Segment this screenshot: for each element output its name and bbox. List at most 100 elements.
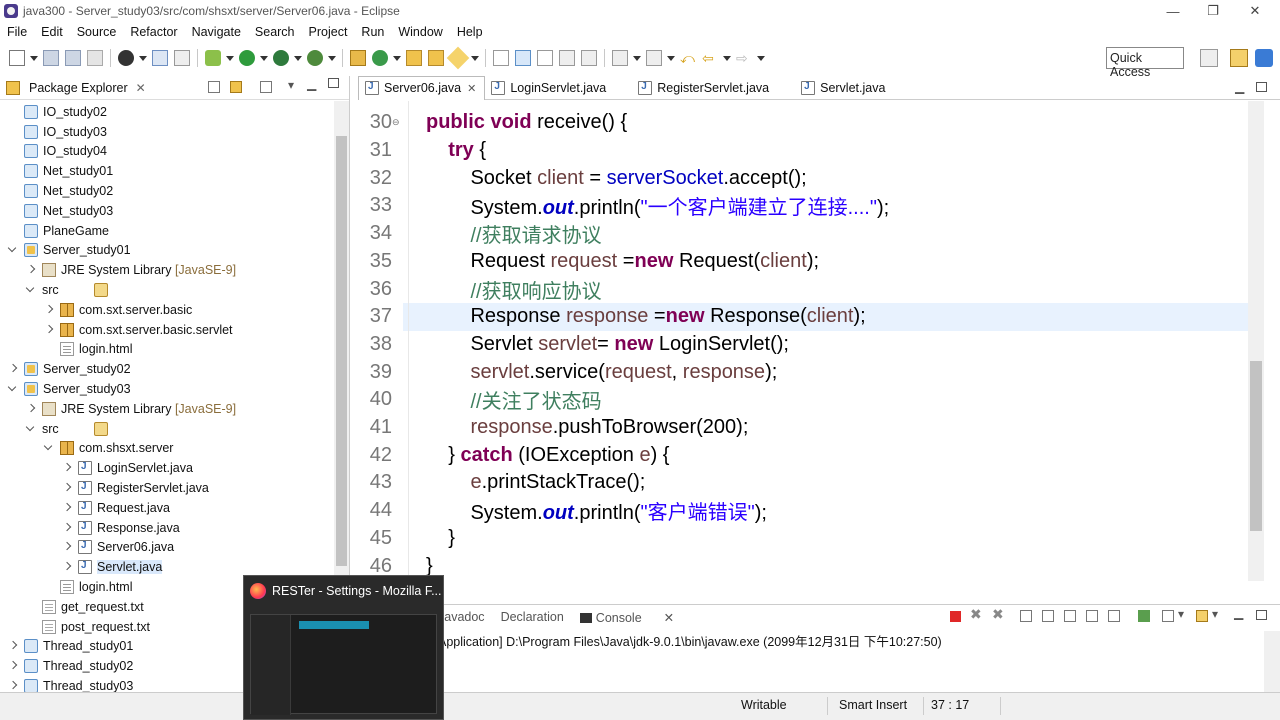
close-icon[interactable]: ✕ [1245,2,1265,20]
close-view-icon[interactable]: ✕ [136,81,146,95]
save-all-icon[interactable] [65,50,81,66]
back-dropdown-icon[interactable] [723,50,731,66]
maximize-editor-icon[interactable] [1256,82,1267,92]
tab-javadoc[interactable]: Javadoc [438,610,485,624]
collapsed-arrow-icon[interactable] [26,265,36,275]
java-ee-perspective-icon[interactable] [1230,49,1248,67]
tree-item-server-study01[interactable]: Server_study01 [8,241,131,261]
expanded-arrow-icon[interactable] [8,245,18,255]
clear-console-icon[interactable] [1020,610,1032,622]
menu-refactor[interactable]: Refactor [123,25,184,39]
tree-item-java-file[interactable]: Request.java [62,498,170,518]
prev-annotation-dropdown-icon[interactable] [667,50,675,66]
expanded-arrow-icon[interactable] [8,384,18,394]
menu-project[interactable]: Project [302,25,355,39]
console-scrollbar[interactable] [1264,631,1280,693]
preview-thumbnail[interactable] [250,614,437,715]
taskbar-window-preview[interactable]: RESTer - Settings - Mozilla F... [243,575,444,720]
external-tools-dropdown-icon[interactable] [328,50,336,66]
tree-item-planegame[interactable]: PlaneGame [24,221,109,241]
coverage-icon[interactable] [273,50,289,66]
print-icon[interactable] [87,50,103,66]
scrollbar-thumb[interactable] [336,136,347,566]
collapsed-arrow-icon[interactable] [62,562,72,572]
prev-annotation-icon[interactable] [646,50,662,66]
link-editor-icon[interactable] [230,81,242,93]
tree-item-thread-study02[interactable]: Thread_study02 [8,656,133,676]
tree-item-net-study03[interactable]: Net_study03 [24,201,113,221]
toggle-highlight-icon[interactable] [515,50,531,66]
tab-declaration[interactable]: Declaration [501,610,564,624]
tree-item-java-file[interactable]: Server06.java [62,538,174,558]
show-stderr-icon[interactable] [1108,610,1120,622]
toggle-mark-occurrences-icon[interactable] [493,50,509,66]
menu-search[interactable]: Search [248,25,302,39]
new-java-project-icon[interactable] [350,50,366,66]
tree-item-net-study02[interactable]: Net_study02 [24,181,113,201]
view-menu-icon[interactable]: ▾ [288,78,294,92]
minimize-console-icon[interactable]: ▁ [1234,606,1243,620]
display-console-dropdown-icon[interactable]: ▾ [1178,607,1184,621]
collapsed-arrow-icon[interactable] [62,503,72,513]
menu-file[interactable]: File [0,25,34,39]
menu-window[interactable]: Window [391,25,449,39]
run-dropdown-icon[interactable] [260,50,268,66]
open-task-icon[interactable] [428,50,444,66]
new-dropdown-icon[interactable] [30,50,38,66]
tree-item-txt-file[interactable]: get_request.txt [42,597,144,617]
dropdown-icon[interactable] [139,50,147,66]
forward-dropdown-icon[interactable] [757,50,765,66]
tree-item-server-study02[interactable]: Server_study02 [8,359,131,379]
tree-item-io-study03[interactable]: IO_study03 [24,122,107,142]
tab-console[interactable]: Console ✕ [579,610,690,625]
expanded-arrow-icon[interactable] [44,443,54,453]
tree-item-jre-library[interactable]: JRE System Library [JavaSE-9] [26,399,236,419]
open-console-icon[interactable] [1196,610,1208,622]
new-icon[interactable] [9,50,25,66]
display-console-icon[interactable] [1162,610,1174,622]
collapsed-arrow-icon[interactable] [62,523,72,533]
collapsed-arrow-icon[interactable] [44,325,54,335]
terminate-icon[interactable] [950,611,961,622]
tree-item-java-file[interactable]: LoginServlet.java [62,458,193,478]
back-icon[interactable]: ⇦ [702,50,718,66]
tree-item-src[interactable]: src [26,419,108,439]
next-annotation-icon[interactable] [612,50,628,66]
tree-item-java-file-selected[interactable]: Servlet.java [62,557,163,577]
menu-help[interactable]: Help [450,25,490,39]
tab-loginservlet[interactable]: LoginServlet.java [485,76,614,100]
menu-navigate[interactable]: Navigate [185,25,248,39]
editor-scrollbar[interactable] [1248,101,1264,581]
tab-registerservlet[interactable]: RegisterServlet.java [632,76,777,100]
remove-launch-icon[interactable]: ✖ [970,606,982,623]
whitespace-icon[interactable] [537,50,553,66]
minimize-view-icon[interactable]: ▁ [307,77,316,91]
fold-icon[interactable]: ⊖ [392,117,400,128]
maximize-view-icon[interactable] [328,78,339,88]
tree-item-login-html[interactable]: login.html [60,577,133,597]
code-area[interactable]: 30 ⊖ public void receive() { 31 try { 32 S… [358,101,1248,581]
terminal-icon[interactable] [152,50,168,66]
debug-dropdown-icon[interactable] [226,50,234,66]
minimize-icon[interactable]: — [1163,2,1183,20]
collapsed-arrow-icon[interactable] [8,364,18,374]
tree-item-txt-file[interactable]: post_request.txt [42,617,150,637]
tree-item-src[interactable]: src [26,280,108,300]
open-type-icon[interactable] [406,50,422,66]
coverage-dropdown-icon[interactable] [294,50,302,66]
collapsed-arrow-icon[interactable] [26,404,36,414]
collapsed-arrow-icon[interactable] [62,463,72,473]
minimize-editor-icon[interactable]: ▁ [1235,80,1244,94]
focus-task-icon[interactable] [260,81,272,93]
tree-item-package[interactable]: com.sxt.server.basic [44,300,192,320]
collapse-all-icon[interactable] [208,81,220,93]
collapsed-arrow-icon[interactable] [44,305,54,315]
tree-item-io-study04[interactable]: IO_study04 [24,142,107,162]
java-perspective-icon[interactable] [1255,49,1273,67]
search-icon[interactable] [446,46,470,70]
open-console-dropdown-icon[interactable]: ▾ [1212,607,1218,621]
tree-item-net-study01[interactable]: Net_study01 [24,161,113,181]
expanded-arrow-icon[interactable] [26,285,36,295]
block-selection-icon[interactable] [559,50,575,66]
last-edit-icon[interactable]: ⤺ [680,50,696,66]
